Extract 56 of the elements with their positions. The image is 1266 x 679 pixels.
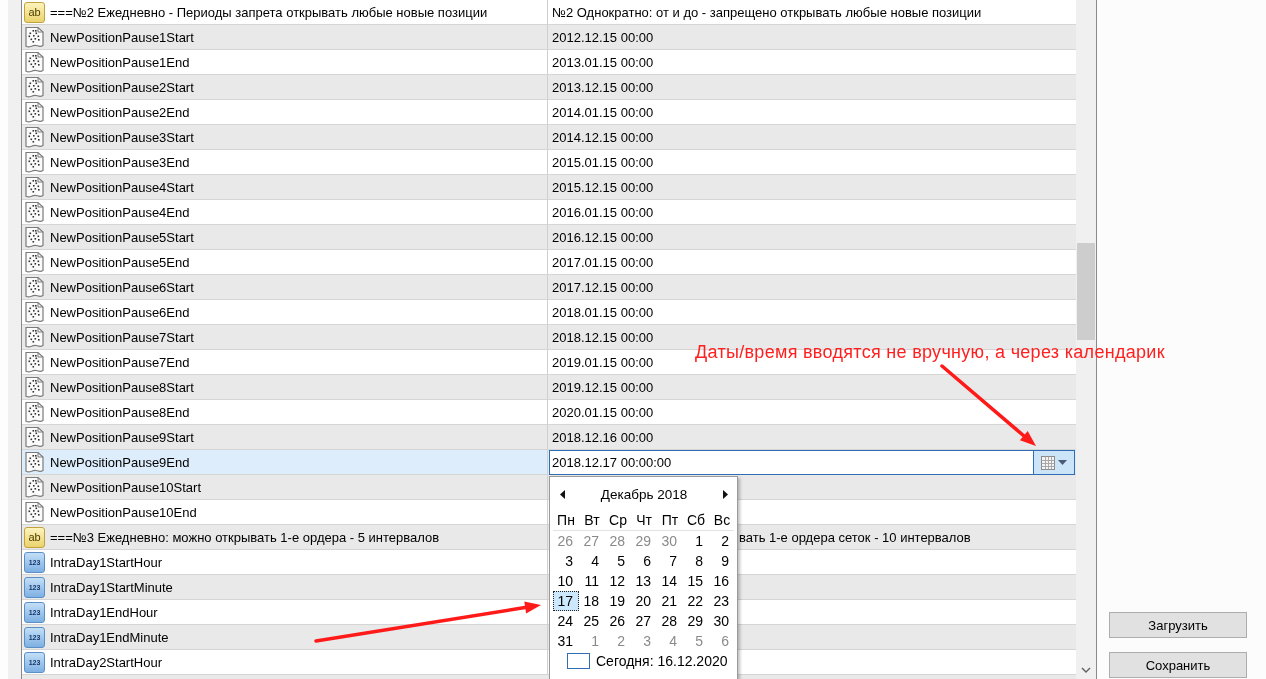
parameter-name: NewPositionPause3Start — [50, 129, 194, 145]
parameter-value: 2014.12.15 00:00 — [552, 129, 654, 145]
parameter-name: NewPositionPause2Start — [50, 79, 194, 95]
weekday-label: Пт — [660, 511, 680, 530]
parameter-value: №2 Однократно: от и до - запрещено открывать любые новые позиции — [552, 4, 982, 20]
month-label: Декабрь 2018 — [600, 486, 688, 502]
text-type-icon: ab — [24, 1, 45, 23]
parameter-value: 2018.12.16 00:00 — [552, 429, 654, 445]
weekday-label: Вт — [583, 511, 601, 530]
parameter-value: 2016.01.15 00:00 — [552, 204, 654, 220]
parameter-value: вать 1-е ордера сеток - 10 интервалов — [739, 529, 971, 545]
parameter-name: NewPositionPause9End — [50, 454, 190, 470]
parameter-value: 2018.12.15 00:00 — [552, 329, 654, 345]
parameter-name: IntraDay1EndHour — [50, 604, 158, 620]
parameter-value: 2013.01.15 00:00 — [552, 54, 654, 70]
parameter-name: NewPositionPause6End — [50, 304, 190, 320]
parameter-name: NewPositionPause10End — [50, 504, 197, 520]
parameter-value: 2017.01.15 00:00 — [552, 254, 654, 270]
parameter-name: IntraDay1StartHour — [50, 554, 162, 570]
parameter-name: ===№3 Ежедневно: можно открывать 1-е ордера - 5 интервалов — [50, 529, 440, 545]
parameter-value: 2018.01.15 00:00 — [552, 304, 654, 320]
weekday-label: Ср — [608, 511, 628, 530]
parameter-value: 2017.12.15 00:00 — [552, 279, 654, 295]
parameter-name: IntraDay1StartMinute — [50, 579, 173, 595]
parameter-name: NewPositionPause3End — [50, 154, 190, 170]
parameter-value: 2020.01.15 00:00 — [552, 404, 654, 420]
parameter-name: NewPositionPause2End — [50, 104, 190, 120]
parameter-name: NewPositionPause1End — [50, 54, 190, 70]
parameter-name: ===№2 Ежедневно - Периоды запрета открывать любые новые позиции — [50, 4, 488, 20]
parameter-name: NewPositionPause4End — [50, 204, 190, 220]
parameter-name: NewPositionPause7Start — [50, 329, 194, 345]
parameter-value: 2015.01.15 00:00 — [552, 154, 654, 170]
parameter-value: 2019.12.15 00:00 — [552, 379, 654, 395]
parameter-name: NewPositionPause5Start — [50, 229, 194, 245]
text-type-icon: ab — [24, 526, 45, 548]
parameter-name: NewPositionPause1Start — [50, 29, 194, 45]
parameter-value: 2016.12.15 00:00 — [552, 229, 654, 245]
parameter-name: NewPositionPause6Start — [50, 279, 194, 295]
weekday-label: Пн — [556, 511, 576, 530]
parameter-name: IntraDay1EndMinute — [50, 629, 169, 645]
parameter-value: 2013.12.15 00:00 — [552, 79, 654, 95]
parameter-name: NewPositionPause9Start — [50, 429, 194, 445]
weekday-label: Сб — [685, 511, 707, 530]
weekday-label: Вс — [712, 511, 732, 530]
parameter-name: NewPositionPause5End — [50, 254, 190, 270]
parameter-name: NewPositionPause10Start — [50, 479, 202, 495]
parameter-name: NewPositionPause8End — [50, 404, 190, 420]
weekday-label: Чт — [635, 511, 653, 530]
parameter-name: IntraDay2StartHour — [50, 654, 162, 670]
parameter-name: NewPositionPause8Start — [50, 379, 194, 395]
parameter-value: 2015.12.15 00:00 — [552, 179, 654, 195]
parameter-value: 2019.01.15 00:00 — [552, 354, 654, 370]
parameter-value: 2012.12.15 00:00 — [552, 29, 654, 45]
parameter-name: NewPositionPause7End — [50, 354, 190, 370]
parameter-name: NewPositionPause4Start — [50, 179, 194, 195]
parameter-value: 2014.01.15 00:00 — [552, 104, 654, 120]
